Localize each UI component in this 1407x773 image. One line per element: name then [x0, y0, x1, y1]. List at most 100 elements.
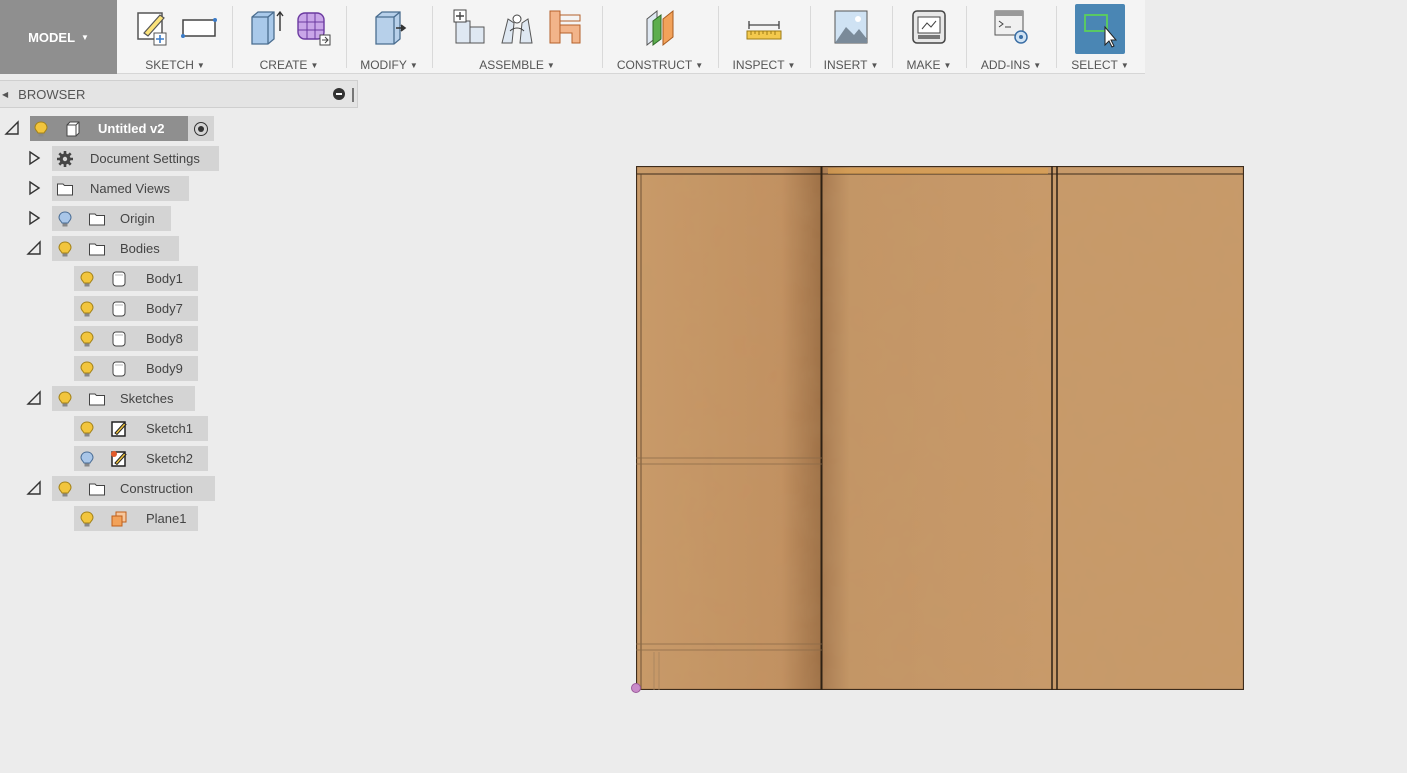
new-component-icon[interactable]: [449, 6, 489, 48]
sketch1-item[interactable]: Sketch1: [74, 416, 208, 441]
body-icon: [108, 298, 130, 320]
visibility-bulb-icon[interactable]: [76, 418, 98, 440]
expanded-triangle-icon[interactable]: [26, 240, 42, 256]
extrude-icon[interactable]: [245, 6, 285, 48]
caret-down-icon: ▼: [81, 32, 89, 42]
folder-icon: [54, 178, 76, 200]
sketch-menu[interactable]: SKETCH ▼: [120, 58, 230, 72]
insert-menu[interactable]: INSERT ▼: [812, 58, 890, 72]
sketch2-item[interactable]: Sketch2: [74, 446, 208, 471]
body-icon: [108, 268, 130, 290]
construction-folder-item[interactable]: Construction: [52, 476, 215, 501]
create-form-icon[interactable]: [293, 6, 333, 48]
body-icon: [108, 328, 130, 350]
select-menu[interactable]: SELECT ▼: [1058, 58, 1142, 72]
component-icon: [62, 118, 84, 140]
measure-icon[interactable]: [744, 6, 784, 48]
visibility-bulb-off-icon[interactable]: [76, 448, 98, 470]
expanded-triangle-icon[interactable]: [26, 480, 42, 496]
body9-item[interactable]: Body9: [74, 356, 198, 381]
toolbar-divider: [602, 6, 603, 68]
make-menu[interactable]: MAKE ▼: [894, 58, 964, 72]
addins-group: ADD-INS ▼: [968, 0, 1054, 74]
rectangle-icon[interactable]: [179, 6, 219, 48]
gear-icon: [54, 148, 76, 170]
insert-group: INSERT ▼: [812, 0, 890, 74]
caret-down-icon: ▼: [1033, 61, 1042, 70]
visibility-bulb-off-icon[interactable]: [54, 208, 76, 230]
as-built-joint-icon[interactable]: [545, 6, 585, 48]
window-select-icon[interactable]: [1075, 4, 1125, 54]
caret-down-icon: ▼: [409, 61, 418, 70]
body7-item[interactable]: Body7: [74, 296, 198, 321]
create-sketch-icon[interactable]: [131, 6, 171, 48]
wood-texture: [636, 166, 1244, 690]
inspect-menu[interactable]: INSPECT ▼: [720, 58, 808, 72]
visibility-bulb-icon[interactable]: [76, 358, 98, 380]
body-icon: [108, 358, 130, 380]
construct-menu[interactable]: CONSTRUCT ▼: [604, 58, 716, 72]
sketches-folder-item[interactable]: Sketches: [52, 386, 195, 411]
addins-menu[interactable]: ADD-INS ▼: [968, 58, 1054, 72]
plane1-item[interactable]: Plane1: [74, 506, 198, 531]
body7-label: Body7: [146, 301, 183, 316]
offset-plane-icon[interactable]: [640, 6, 680, 48]
insert-image-icon[interactable]: [831, 6, 871, 48]
modify-menu[interactable]: MODIFY ▼: [348, 58, 430, 72]
visibility-bulb-icon[interactable]: [54, 478, 76, 500]
visibility-bulb-icon[interactable]: [76, 268, 98, 290]
bodies-folder-item[interactable]: Bodies: [52, 236, 179, 261]
toolbar-divider: [892, 6, 893, 68]
body9-label: Body9: [146, 361, 183, 376]
make-group: MAKE ▼: [894, 0, 964, 74]
collapsed-triangle-icon[interactable]: [26, 180, 42, 196]
visibility-bulb-icon[interactable]: [76, 508, 98, 530]
visibility-bulb-icon[interactable]: [76, 328, 98, 350]
visibility-bulb-icon[interactable]: [30, 118, 52, 140]
collapsed-triangle-icon[interactable]: [26, 150, 42, 166]
origin-point[interactable]: [631, 683, 641, 693]
resize-handle[interactable]: [352, 88, 354, 102]
collapsed-triangle-icon[interactable]: [26, 210, 42, 226]
caret-down-icon: ▼: [870, 61, 879, 70]
visibility-bulb-icon[interactable]: [54, 238, 76, 260]
toolbar-divider: [966, 6, 967, 68]
press-pull-icon[interactable]: [369, 6, 409, 48]
activate-component-radio[interactable]: [188, 116, 214, 141]
create-group: CREATE ▼: [234, 0, 344, 74]
sketches-label: Sketches: [120, 391, 174, 406]
joint-icon[interactable]: [497, 6, 537, 48]
named-views-item[interactable]: Named Views: [52, 176, 189, 201]
caret-down-icon: ▼: [196, 61, 205, 70]
document-settings-item[interactable]: Document Settings: [52, 146, 219, 171]
assemble-menu[interactable]: ASSEMBLE ▼: [434, 58, 600, 72]
visibility-bulb-icon[interactable]: [76, 298, 98, 320]
origin-label: Origin: [120, 211, 155, 226]
expanded-triangle-icon[interactable]: [26, 390, 42, 406]
toolbar-divider: [1056, 6, 1057, 68]
toolbar-divider: [810, 6, 811, 68]
body1-item[interactable]: Body1: [74, 266, 198, 291]
origin-item[interactable]: Origin: [52, 206, 171, 231]
visibility-bulb-icon[interactable]: [54, 388, 76, 410]
body1-label: Body1: [146, 271, 183, 286]
highlighted-top-edge[interactable]: [828, 168, 1048, 174]
body8-item[interactable]: Body8: [74, 326, 198, 351]
caret-down-icon: ▼: [546, 61, 555, 70]
3d-print-icon[interactable]: [909, 6, 949, 48]
construction-plane-icon: [108, 508, 130, 530]
workspace-label: MODEL: [28, 29, 76, 45]
construction-label: Construction: [120, 481, 193, 496]
create-menu[interactable]: CREATE ▼: [234, 58, 344, 72]
document-settings-label: Document Settings: [90, 151, 200, 166]
root-component[interactable]: Untitled v2: [30, 116, 188, 141]
minimize-browser-icon[interactable]: [333, 88, 345, 100]
workspace-switcher-button[interactable]: MODEL ▼: [0, 0, 117, 74]
collapse-browser-icon[interactable]: ◀: [2, 90, 8, 99]
sketch-warning-icon: [108, 448, 130, 470]
named-views-label: Named Views: [90, 181, 170, 196]
expanded-triangle-icon[interactable]: [4, 120, 20, 136]
scripts-addins-icon[interactable]: [991, 6, 1031, 48]
model-bodies[interactable]: [636, 166, 1244, 690]
caret-down-icon: ▼: [310, 61, 319, 70]
